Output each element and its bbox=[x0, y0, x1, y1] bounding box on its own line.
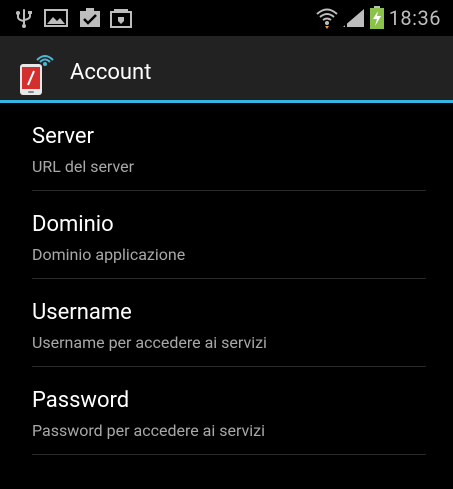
preference-list: Server URL del server Dominio Dominio ap… bbox=[0, 103, 453, 455]
preference-title: Server bbox=[32, 124, 95, 149]
preference-summary: URL del server bbox=[32, 157, 135, 176]
download-queue-icon bbox=[110, 9, 132, 28]
preference-summary: Password per accedere ai servizi bbox=[32, 421, 266, 440]
signal-icon bbox=[343, 9, 364, 27]
preference-summary: Dominio applicazione bbox=[32, 245, 186, 264]
status-bar: 18:36 bbox=[0, 0, 453, 36]
image-notification-icon bbox=[44, 9, 68, 27]
preference-password[interactable]: Password Password per accedere ai serviz… bbox=[0, 367, 453, 455]
preference-title: Dominio bbox=[32, 212, 114, 237]
action-bar: Account bbox=[0, 36, 453, 100]
preference-title: Username bbox=[32, 300, 132, 325]
app-phone-icon[interactable] bbox=[14, 52, 62, 96]
usb-icon bbox=[16, 9, 32, 28]
task-done-icon bbox=[80, 8, 100, 27]
battery-charging-icon bbox=[370, 6, 384, 29]
status-time: 18:36 bbox=[388, 6, 441, 30]
list-divider bbox=[32, 454, 426, 455]
wifi-icon bbox=[316, 8, 338, 29]
screen: 18:36 Account Server URL del server Domi… bbox=[0, 0, 453, 489]
preference-summary: Username per accedere ai servizi bbox=[32, 333, 267, 352]
preference-title: Password bbox=[32, 388, 130, 413]
preference-server[interactable]: Server URL del server bbox=[0, 103, 453, 191]
preference-dominio[interactable]: Dominio Dominio applicazione bbox=[0, 191, 453, 279]
page-title: Account bbox=[70, 60, 152, 85]
preference-username[interactable]: Username Username per accedere ai serviz… bbox=[0, 279, 453, 367]
